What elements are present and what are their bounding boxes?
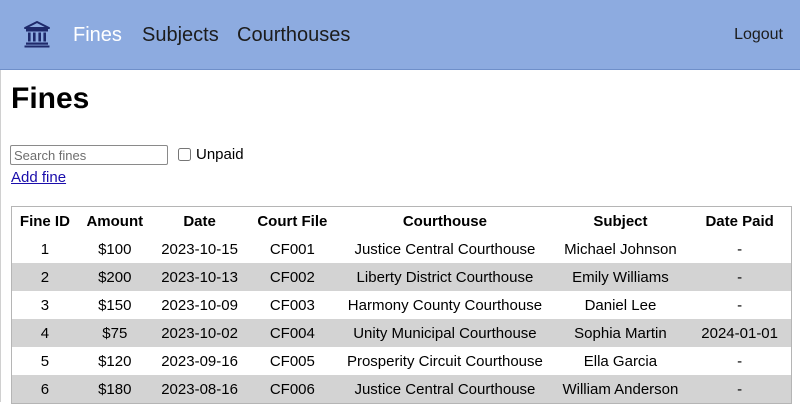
page-title: Fines <box>11 82 90 115</box>
nav-link-subjects[interactable]: Subjects <box>142 22 219 48</box>
cell-amount: $200 <box>77 263 152 291</box>
cell-fine-id: 4 <box>11 319 78 347</box>
header-date: Date <box>151 206 248 235</box>
cell-courthouse: Prosperity Circuit Courthouse <box>346 352 543 370</box>
courthouse-icon[interactable] <box>23 20 51 48</box>
cell-date-paid: - <box>737 296 743 314</box>
cell-subject: Ella Garcia <box>583 352 658 370</box>
table-header-row: Fine ID Amount Date Court File Courthous… <box>11 206 792 235</box>
search-input[interactable] <box>10 145 168 165</box>
cell-date-paid: - <box>688 263 792 291</box>
cell-date-paid: 2024-01-01 <box>688 319 792 347</box>
cell-date: 2023-08-16 <box>151 375 248 404</box>
cell-amount: $180 <box>77 375 152 404</box>
cell-amount: $120 <box>98 352 132 370</box>
unpaid-checkbox[interactable] <box>178 148 191 161</box>
nav-link-courthouses[interactable]: Courthouses <box>237 22 350 48</box>
cell-court-file: CF004 <box>247 319 338 347</box>
cell-subject: Daniel Lee <box>584 296 657 314</box>
header-date-paid: Date Paid <box>688 206 792 235</box>
cell-amount: $100 <box>98 240 132 258</box>
cell-fine-id: 5 <box>40 352 50 370</box>
unpaid-label: Unpaid <box>196 146 244 163</box>
header-courthouse: Courthouse <box>337 206 553 235</box>
cell-date: 2023-10-13 <box>151 263 248 291</box>
cell-fine-id: 3 <box>40 296 50 314</box>
table-row[interactable]: 2 $200 2023-10-13 CF002 Liberty District… <box>11 263 792 291</box>
nav-link-fines[interactable]: Fines <box>73 22 122 48</box>
cell-subject: William Anderson <box>552 375 689 404</box>
cell-date: 2023-09-16 <box>161 352 238 370</box>
cell-date: 2023-10-09 <box>161 296 238 314</box>
table-row[interactable]: 4 $75 2023-10-02 CF004 Unity Municipal C… <box>11 319 792 347</box>
cell-date-paid: - <box>737 352 743 370</box>
table-row[interactable]: 6 $180 2023-08-16 CF006 Justice Central … <box>11 375 792 404</box>
cell-courthouse: Justice Central Courthouse <box>354 240 536 258</box>
cell-subject: Michael Johnson <box>564 240 677 258</box>
header-fine-id: Fine ID <box>11 206 78 235</box>
top-navbar: Fines Subjects Courthouses Logout <box>0 0 800 70</box>
cell-amount: $75 <box>77 319 152 347</box>
header-court-file: Court File <box>247 206 338 235</box>
cell-date: 2023-10-02 <box>151 319 248 347</box>
cell-court-file: CF003 <box>269 296 315 314</box>
header-amount: Amount <box>77 206 152 235</box>
cell-court-file: CF001 <box>269 240 315 258</box>
cell-court-file: CF002 <box>247 263 338 291</box>
cell-subject: Emily Williams <box>552 263 689 291</box>
cell-date-paid: - <box>688 375 792 404</box>
cell-fine-id: 1 <box>40 240 50 258</box>
cell-subject: Sophia Martin <box>552 319 689 347</box>
table-row[interactable]: 3 $150 2023-10-09 CF003 Harmony County C… <box>12 291 792 319</box>
fines-table: Fine ID Amount Date Court File Courthous… <box>11 206 792 404</box>
cell-courthouse: Justice Central Courthouse <box>337 375 553 404</box>
logout-link[interactable]: Logout <box>734 25 783 45</box>
table-row[interactable]: 1 $100 2023-10-15 CF001 Justice Central … <box>12 235 792 263</box>
add-fine-link[interactable]: Add fine <box>11 169 66 187</box>
header-subject: Subject <box>552 206 689 235</box>
cell-courthouse: Unity Municipal Courthouse <box>337 319 553 347</box>
cell-fine-id: 6 <box>11 375 78 404</box>
cell-courthouse: Harmony County Courthouse <box>347 296 543 314</box>
cell-court-file: CF005 <box>269 352 315 370</box>
table-row[interactable]: 5 $120 2023-09-16 CF005 Prosperity Circu… <box>12 347 792 375</box>
cell-date: 2023-10-15 <box>161 240 238 258</box>
cell-date-paid: - <box>737 240 743 258</box>
cell-courthouse: Liberty District Courthouse <box>337 263 553 291</box>
cell-fine-id: 2 <box>11 263 78 291</box>
cell-court-file: CF006 <box>247 375 338 404</box>
page-left-border <box>0 70 1 402</box>
cell-amount: $150 <box>98 296 132 314</box>
